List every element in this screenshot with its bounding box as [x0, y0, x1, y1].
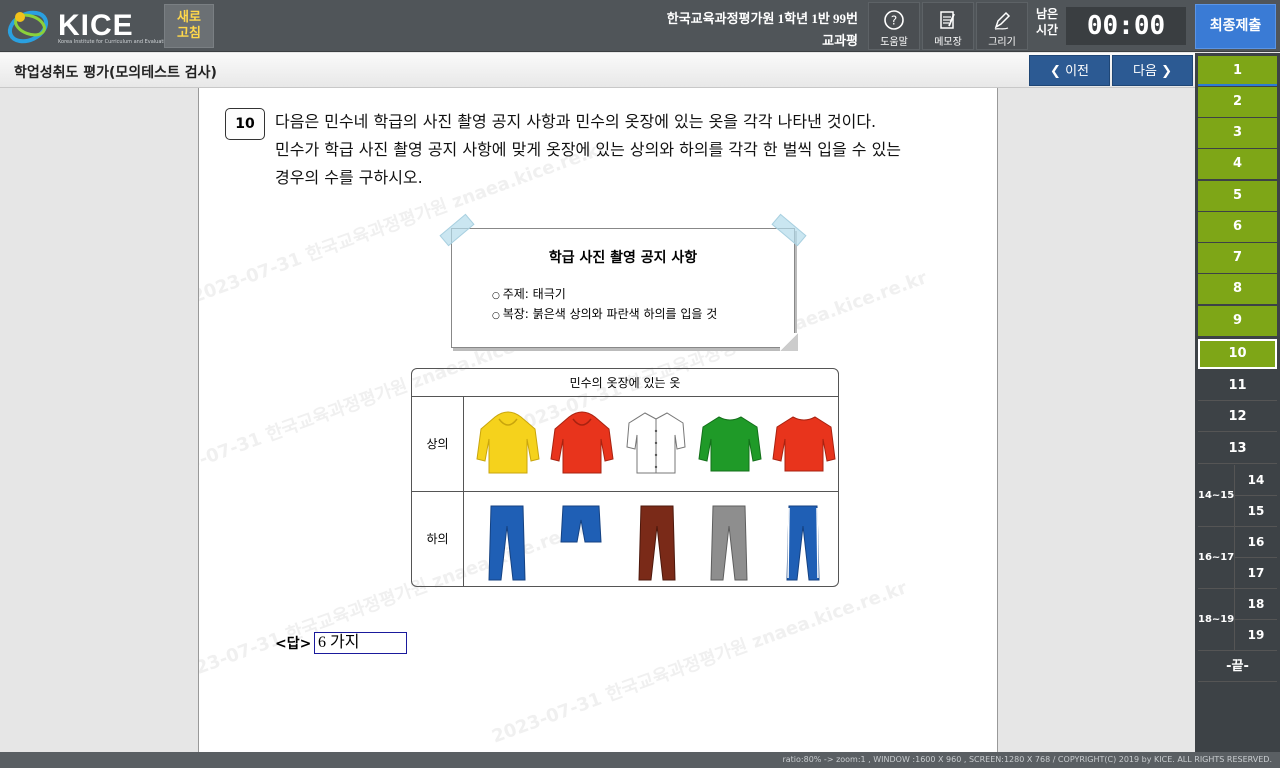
draw-label: 그리기 — [988, 37, 1016, 48]
question-nav-item[interactable]: 3 — [1198, 118, 1277, 148]
question-number: 10 — [225, 108, 265, 140]
bottoms-row: 하의 — [412, 492, 838, 586]
svg-text:?: ? — [891, 14, 897, 28]
blue-shorts-icon — [560, 505, 602, 543]
question-nav-item[interactable]: 18 — [1234, 589, 1277, 620]
question-nav-item[interactable]: 17 — [1234, 558, 1277, 589]
question-nav-item[interactable]: 4 — [1198, 149, 1277, 179]
tops-items — [465, 397, 838, 491]
logo-subtitle: Korea Institute for Curriculum and Evalu… — [58, 39, 171, 45]
tops-row: 상의 — [412, 397, 838, 492]
chevron-left-icon: ❮ — [1050, 64, 1061, 79]
blue-jeans-icon — [488, 505, 526, 581]
answer-input[interactable]: 6 가지 — [314, 632, 407, 654]
question-nav-item[interactable]: 14 — [1234, 465, 1277, 496]
notice-item-dress: 복장: 붉은색 상의와 파란색 하의를 입을 것 — [492, 305, 718, 325]
refresh-label-2: 고침 — [177, 26, 201, 41]
prev-label: 이전 — [1065, 64, 1089, 79]
question-nav-group: 18~19 18 19 — [1198, 589, 1277, 651]
blue-track-pants-icon — [786, 505, 820, 581]
question-text: 다음은 민수네 학급의 사진 촬영 공지 사항과 민수의 옷장에 있는 옷을 각… — [275, 108, 965, 192]
notice-items: 주제: 태극기 복장: 붉은색 상의와 파란색 하의를 입을 것 — [492, 285, 718, 325]
brown-pants-icon — [638, 505, 676, 581]
question-nav-item[interactable]: 13 — [1198, 434, 1277, 464]
question-group-label: 14~15 — [1198, 490, 1235, 501]
question-nav-item[interactable]: 8 — [1198, 274, 1277, 304]
final-submit-button[interactable]: 최종제출 — [1195, 4, 1276, 49]
notice-title: 학급 사진 촬영 공지 사항 — [548, 250, 698, 266]
bottoms-items — [465, 492, 838, 586]
question-nav-item[interactable]: 11 — [1198, 371, 1277, 401]
help-button[interactable]: ? 도움말 — [868, 2, 920, 50]
tape-decoration — [439, 213, 475, 247]
green-sweater-icon — [698, 416, 762, 472]
exam-title: 한국교육과정평가원 1학년 1반 99번 — [666, 11, 858, 26]
test-title: 학업성취도 평가(모의테스트 검사) — [14, 65, 217, 81]
question-nav-item[interactable]: 2 — [1198, 87, 1277, 117]
tops-label: 상의 — [412, 397, 464, 491]
question-group-label: 18~19 — [1198, 614, 1235, 625]
kice-logo: KICE Korea Institute for Curriculum and … — [6, 5, 171, 47]
memo-label: 메모장 — [934, 37, 962, 48]
exam-subject: 교과평 — [822, 34, 858, 49]
question-nav-item[interactable]: 7 — [1198, 243, 1277, 273]
question-nav-group: 14~15 14 15 — [1198, 465, 1277, 527]
memo-button[interactable]: 메모장 — [922, 2, 974, 50]
answer-label: <답> — [275, 636, 312, 652]
bottoms-label: 하의 — [412, 492, 464, 586]
tape-decoration — [771, 213, 807, 247]
time-label-2: 시간 — [1035, 23, 1059, 37]
question-navigator: 1 2 3 4 5 6 7 8 9 10 11 12 13 14~15 14 15 16~17 16 17 18~19… — [1195, 53, 1280, 753]
refresh-label-1: 새로 — [177, 10, 201, 25]
sub-bar: 학업성취도 평가(모의테스트 검사) ❮ 이전 다음 ❯ — [0, 53, 1195, 88]
notice-item-topic: 주제: 태극기 — [492, 285, 717, 305]
wardrobe-title: 민수의 옷장에 있는 옷 — [412, 369, 838, 397]
notepad-icon — [940, 11, 955, 29]
prev-button[interactable]: ❮ 이전 — [1029, 55, 1110, 86]
wardrobe-table: 민수의 옷장에 있는 옷 상의 하의 — [411, 368, 839, 587]
next-label: 다음 — [1133, 64, 1157, 79]
red-sweater-icon — [772, 416, 836, 472]
notice-card: 학급 사진 촬영 공지 사항 주제: 태극기 복장: 붉은색 상의와 파란색 하… — [439, 213, 807, 351]
white-shirt-icon — [626, 412, 686, 474]
watermark-text: 2023-07-31 한국교육과정평가원 znaea.kice.re.kr — [489, 577, 910, 748]
question-nav-group: 16~17 16 17 — [1198, 527, 1277, 589]
question-nav-item[interactable]: 15 — [1234, 496, 1277, 527]
page-curl-decoration — [780, 333, 798, 351]
footer-info: ratio:80% -> zoom:1 , WINDOW :1600 X 960… — [0, 752, 1280, 768]
question-line: 민수가 학급 사진 촬영 공지 사항에 맞게 옷장에 있는 상의와 하의를 각각… — [275, 140, 902, 159]
question-nav-item[interactable]: 6 — [1198, 212, 1277, 242]
time-label-1: 남은 — [1035, 7, 1059, 21]
draw-button[interactable]: 그리기 — [976, 2, 1028, 50]
timer-display: 00:00 — [1066, 7, 1186, 45]
question-nav-item[interactable]: 19 — [1234, 620, 1277, 651]
yellow-hoodie-icon — [476, 411, 540, 474]
question-page: 2023-07-31 한국교육과정평가원 znaea.kice.re.kr 20… — [198, 88, 998, 752]
question-group-label: 16~17 — [1198, 552, 1235, 563]
question-nav-item[interactable]: 12 — [1198, 402, 1277, 432]
next-button[interactable]: 다음 ❯ — [1112, 55, 1193, 86]
question-nav-item[interactable]: 5 — [1198, 181, 1277, 211]
logo-text: KICE — [58, 9, 134, 42]
question-nav-item[interactable]: 16 — [1234, 527, 1277, 558]
question-circle-icon: ? — [884, 10, 904, 30]
question-nav-item[interactable]: 1 — [1198, 56, 1277, 86]
pen-icon — [994, 11, 1011, 30]
remaining-time-label: 남은 시간 — [1030, 6, 1064, 38]
question-nav-item[interactable]: 10 — [1198, 339, 1277, 369]
exam-info: 한국교육과정평가원 1학년 1반 99번 교과평 — [667, 8, 858, 49]
red-hoodie-icon — [550, 411, 614, 474]
question-nav-item[interactable]: 9 — [1198, 306, 1277, 336]
chevron-right-icon: ❯ — [1161, 64, 1172, 79]
kice-swirl-icon — [7, 10, 49, 44]
gray-pants-icon — [710, 505, 748, 581]
question-line: 경우의 수를 구하시오. — [275, 168, 423, 187]
help-label: 도움말 — [880, 37, 908, 48]
question-nav-end[interactable]: -끝- — [1198, 652, 1277, 682]
top-bar: KICE Korea Institute for Curriculum and … — [0, 0, 1280, 52]
refresh-button[interactable]: 새로 고침 — [164, 4, 214, 48]
question-line: 다음은 민수네 학급의 사진 촬영 공지 사항과 민수의 옷장에 있는 옷을 각… — [275, 112, 877, 131]
